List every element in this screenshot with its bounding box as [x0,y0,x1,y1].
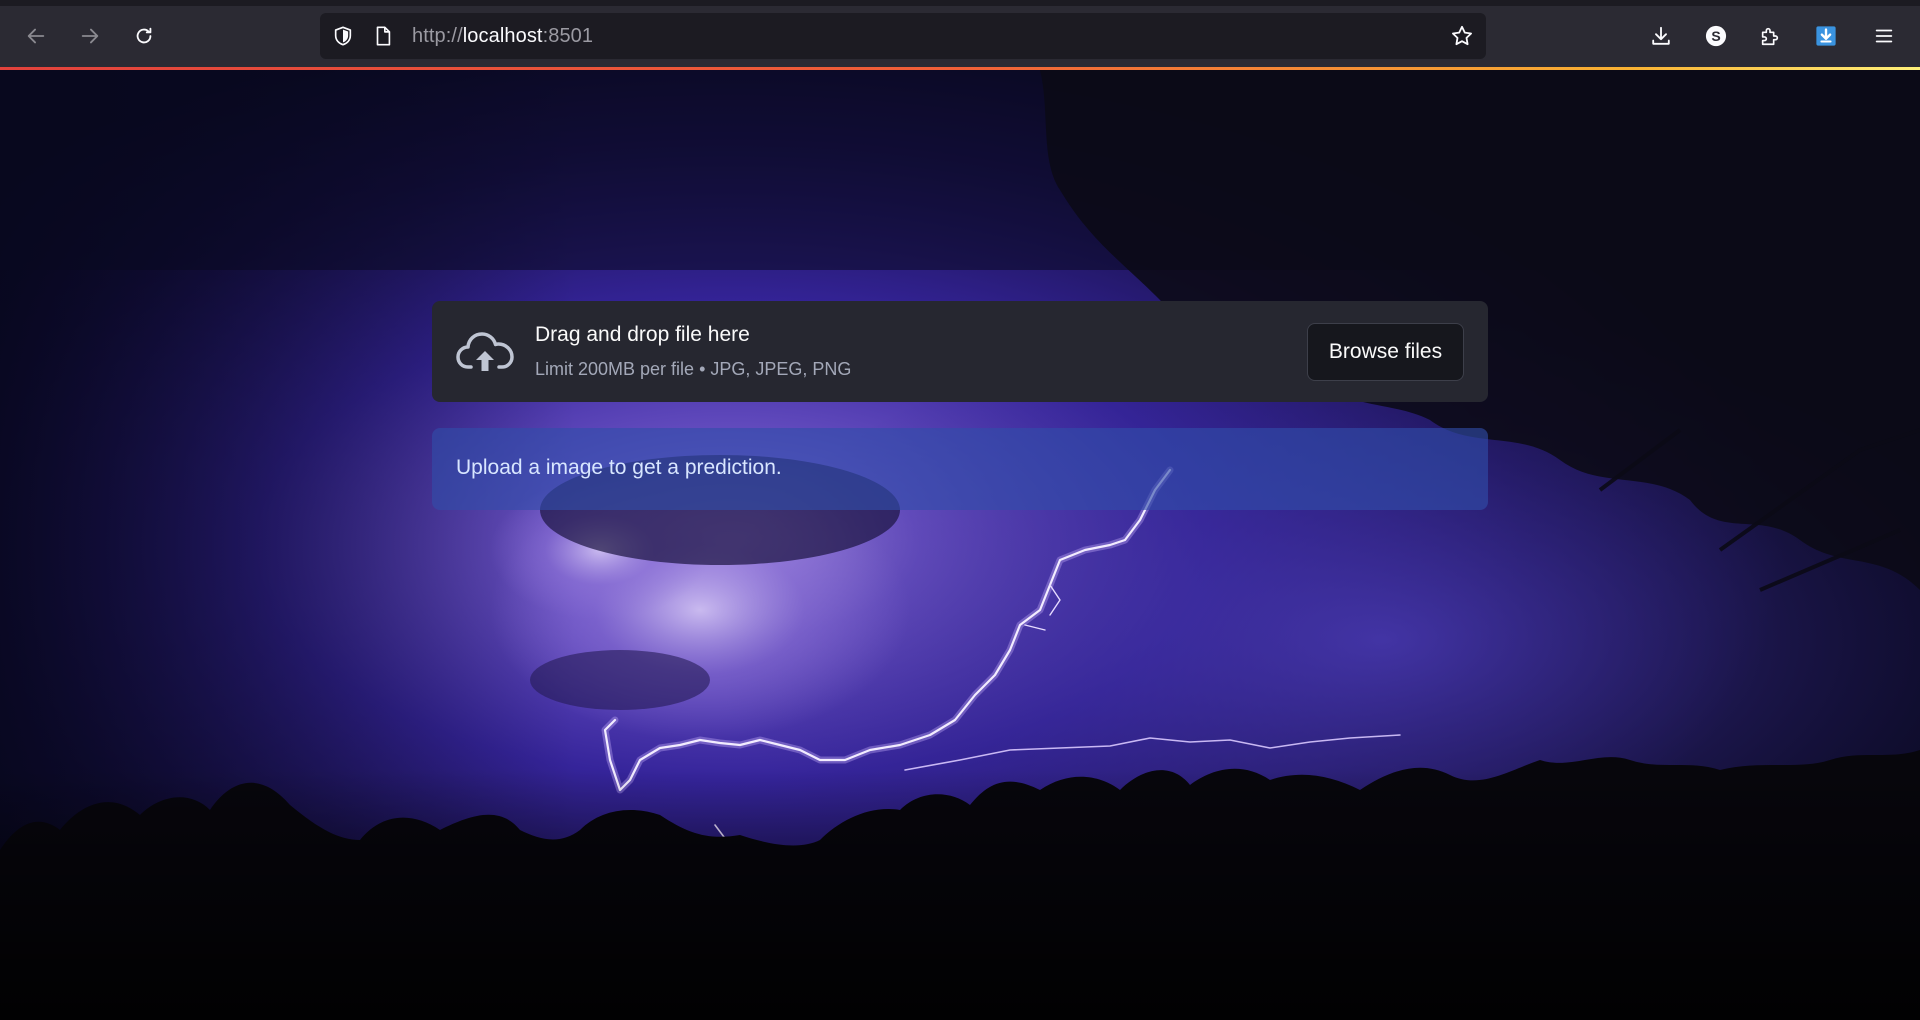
arrow-right-icon [81,28,99,44]
tab-strip-edge [0,0,1920,6]
forward-button[interactable] [72,18,108,54]
info-alert-text: Upload a image to get a prediction. [456,456,782,479]
browser-toolbar: http://localhost:8501 S [0,0,1920,70]
page-icon[interactable] [372,25,394,47]
storm-background-image [0,70,1920,1020]
menu-button[interactable] [1866,18,1902,54]
url-text[interactable]: http://localhost:8501 [412,25,593,48]
url-host: localhost [462,25,543,47]
bookmark-star-icon[interactable] [1450,24,1474,48]
hamburger-menu-icon [1875,29,1893,43]
reload-icon [136,27,152,44]
url-scheme: http:// [412,25,463,47]
puzzle-icon [1761,27,1779,46]
address-bar[interactable]: http://localhost:8501 [320,13,1486,59]
info-alert: Upload a image to get a prediction. [432,428,1488,510]
dropzone-limits: Limit 200MB per file • JPG, JPEG, PNG [535,359,852,379]
browse-files-button[interactable]: Browse files [1307,323,1464,381]
extensions-button[interactable] [1752,18,1788,54]
dropzone-title: Drag and drop file here [535,323,750,346]
shield-icon[interactable] [332,25,354,47]
download-arrow-box-icon [1816,26,1836,46]
profile-button[interactable]: S [1698,18,1734,54]
profile-initial: S [1711,28,1721,44]
arrow-left-icon [27,28,45,44]
download-helper-extension-button[interactable] [1808,18,1844,54]
downloads-button[interactable] [1643,18,1679,54]
download-icon [1652,26,1670,45]
cloud-upload-icon [456,332,514,371]
app-viewport: Drag and drop file here Limit 200MB per … [0,70,1920,1020]
back-button[interactable] [18,18,54,54]
file-uploader-dropzone[interactable]: Drag and drop file here Limit 200MB per … [432,301,1488,402]
reload-button[interactable] [126,18,162,54]
url-port: :8501 [542,25,594,47]
